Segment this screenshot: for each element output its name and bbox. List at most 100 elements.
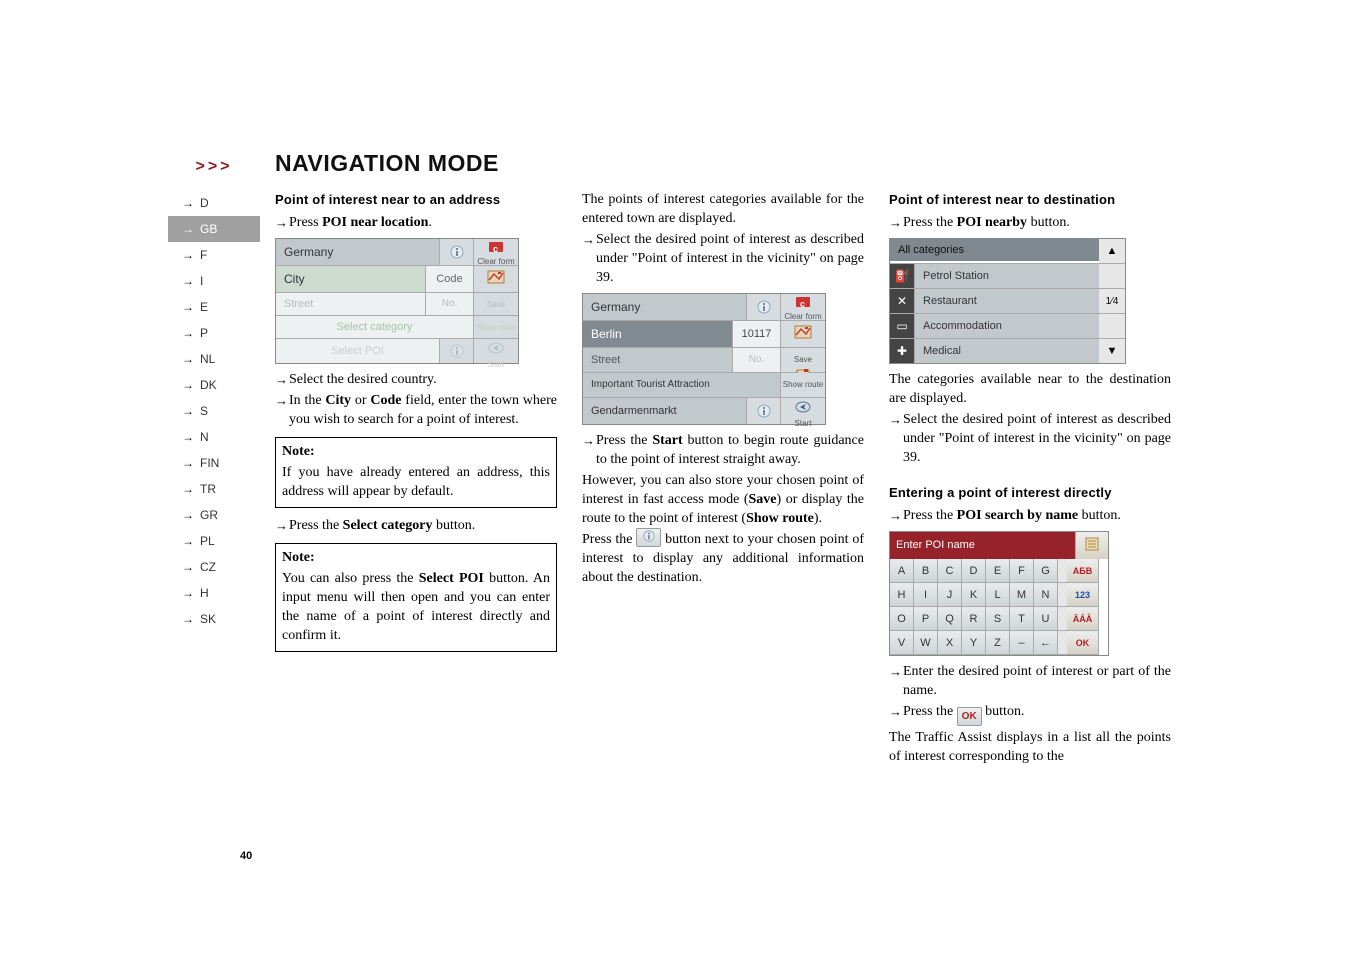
select-category-button-disabled: Select category [276,316,474,338]
page-number: 40 [240,850,252,862]
sidebar-item-label: CZ [200,560,216,574]
save-button: Save [781,348,825,372]
arrow-icon: → [182,398,194,424]
sidebar-item-label: GR [200,508,218,522]
field-city: City [276,266,426,292]
sidebar-item-label: H [200,586,209,600]
arrow-icon: → [182,502,194,528]
start-button: Start [781,398,825,424]
field-poi-value: Gendarmenmarkt [583,398,747,424]
step-select-desired-poi: Select the desired point of interest as … [582,230,864,287]
step-press-poi-nearby: Press the POI nearby button. [889,213,1171,232]
sidebar-item-label: DK [200,378,217,392]
sidebar-item-e: →E [168,294,260,320]
heading-enter-poi-directly: Entering a point of interest directly [889,483,1171,502]
sidebar-item-h: →H [168,580,260,606]
sidebar-item-gr: → GR [168,502,260,528]
category-label: Medical [915,339,1099,363]
field-street-disabled: Street [276,293,426,315]
sidebar-item-pl: →PL [168,528,260,554]
key-f: F [1010,559,1034,583]
save-button-disabled: Save [474,293,518,315]
screenshot-category-list: All categories ▲ ⛽Petrol Station✕Restaur… [889,238,1126,364]
key-b: B [914,559,938,583]
category-row: ⛽Petrol Station [890,264,1125,289]
key-aux-1: 123 [1067,583,1099,607]
sidebar-item-label: FIN [200,456,219,470]
start-button-disabled: Start [474,339,518,363]
field-city-value: Berlin [583,321,733,347]
key-o: O [890,607,914,631]
field-code-value: 10117 [733,321,781,347]
sidebar-item-fin: → FIN [168,450,260,476]
sidebar-item-label: D [200,196,209,210]
category-row: ✕Restaurant1⁄4 [890,289,1125,314]
step-press-start: Press the Start button to begin route gu… [582,431,864,469]
sidebar-item-s: →S [168,398,260,424]
map-icon [474,266,518,292]
text-categories-near-destination: The categories available near to the des… [889,370,1171,408]
step-select-desired-poi-2: Select the desired point of interest as … [889,410,1171,467]
field-no-disabled: No. [426,293,474,315]
language-sidebar: →D→GB→F→I→E→P→NL→DK→S→N→FIN→TR→GR→PL→CZ→… [168,190,260,632]
key-aux-3: OK [1067,631,1099,655]
field-category-value: Important Tourist Attraction [583,373,781,397]
heading-poi-near-destination: Point of interest near to destination [889,190,1171,209]
arrow-icon: → [182,424,194,450]
keyboard-title: Enter POI name [890,532,1075,559]
arrow-icon: → [182,450,194,476]
category-label: Restaurant [915,289,1099,313]
key-t: T [1010,607,1034,631]
sidebar-item-label: NL [200,352,215,366]
page-indicator: 1⁄4 [1099,289,1125,313]
key-j: J [938,583,962,607]
field-no: No. [733,348,781,372]
arrow-icon: → [182,216,194,242]
intro-categories-available: The points of interest categories availa… [582,190,864,228]
field-country: Germany [276,239,440,265]
key-s: S [986,607,1010,631]
step-press-poi-search-by-name: Press the POI search by name button. [889,506,1171,525]
keyboard-row: OPQRSTUÄÁÀ [890,607,1108,631]
arrow-icon: → [182,268,194,294]
category-label: Petrol Station [915,264,1099,288]
keyboard-row: HIJKLMN123 [890,583,1108,607]
scroll-down-icon: ▼ [1099,339,1125,363]
key-a: A [890,559,914,583]
note-address-default: Note: If you have already entered an add… [275,437,557,508]
sidebar-item-i: →I [168,268,260,294]
key-n: N [1034,583,1058,607]
clear-form-button: c Clear form [474,239,518,265]
fuel-icon: ⛽ [890,264,915,288]
key-aux-0: АБВ [1067,559,1099,583]
key-d: D [962,559,986,583]
sidebar-item-label: TR [200,482,216,496]
key-h: H [890,583,914,607]
key-v: V [890,631,914,655]
screenshot-address-form-empty: Germany c Clear form City Code [275,238,519,364]
key-y: Y [962,631,986,655]
info-icon [636,528,661,547]
keyboard-row: VWXYZ–←OK [890,631,1108,655]
all-categories-row: All categories [890,239,1099,261]
field-country-value: Germany [583,294,747,320]
key-m: M [1010,583,1034,607]
info-icon [440,239,474,265]
sidebar-item-label: N [200,430,209,444]
cross-icon: ✚ [890,339,915,363]
info-icon [747,294,781,320]
sidebar-item-nl: →NL [168,346,260,372]
select-poi-button-disabled: Select POI [276,339,440,363]
sidebar-item-sk: →SK [168,606,260,632]
screenshot-address-form-filled: Germany c Clear form Berlin 10117 Street… [582,293,826,425]
fork-icon: ✕ [890,289,915,313]
sidebar-item-f: →F [168,242,260,268]
sidebar-item-cz: →CZ [168,554,260,580]
scroll-spacer [1099,314,1125,338]
sidebar-item-label: F [200,248,207,262]
arrow-icon: → [182,294,194,320]
clear-form-button: c Clear form [781,294,825,320]
closing-text: The Traffic Assist displays in a list al… [889,728,1171,766]
arrow-icon: → [182,476,194,502]
column-1: Point of interest near to an address Pre… [275,190,557,766]
